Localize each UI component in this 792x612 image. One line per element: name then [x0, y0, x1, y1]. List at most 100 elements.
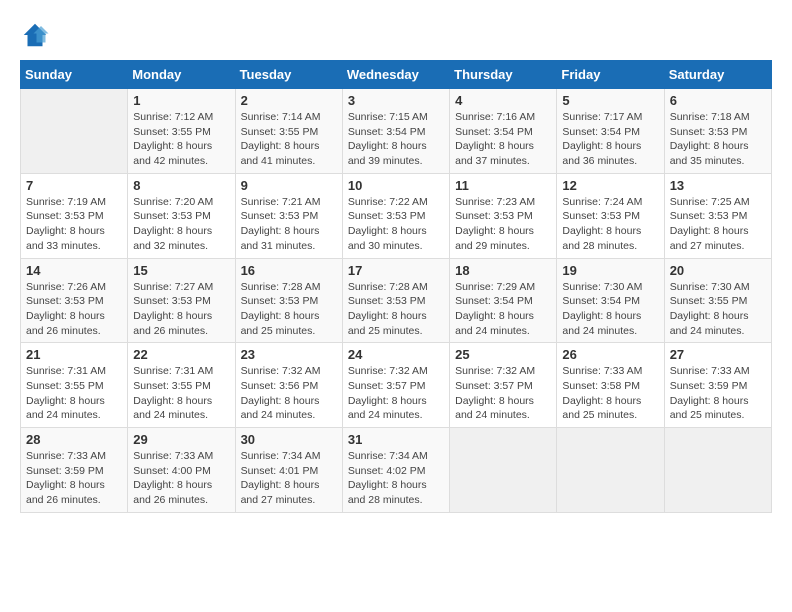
day-number: 2	[241, 93, 337, 108]
weekday-header-wednesday: Wednesday	[342, 61, 449, 89]
calendar-cell: 26Sunrise: 7:33 AM Sunset: 3:58 PM Dayli…	[557, 343, 664, 428]
day-info: Sunrise: 7:18 AM Sunset: 3:53 PM Dayligh…	[670, 110, 766, 169]
calendar-cell: 13 Sunrise: 7:25 AM Sunset: 3:53 PM Dayli…	[664, 173, 771, 258]
day-number: 18	[455, 263, 551, 278]
day-number: 27	[670, 347, 766, 362]
calendar-cell	[21, 89, 128, 174]
calendar-cell: 1 Sunrise: 7:12 AM Sunset: 3:55 PM Daylig…	[128, 89, 235, 174]
calendar-cell: 19Sunrise: 7:30 AM Sunset: 3:54 PM Dayli…	[557, 258, 664, 343]
day-info: Sunrise: 7:29 AM Sunset: 3:54 PM Dayligh…	[455, 280, 551, 339]
calendar-week-2: 7Sunrise: 7:19 AM Sunset: 3:53 PM Daylig…	[21, 173, 772, 258]
calendar-cell: 18 Sunrise: 7:29 AM Sunset: 3:54 PM Dayli…	[450, 258, 557, 343]
weekday-header-tuesday: Tuesday	[235, 61, 342, 89]
calendar-cell: 14 Sunrise: 7:26 AM Sunset: 3:53 PM Dayli…	[21, 258, 128, 343]
day-info: Sunrise: 7:21 AM Sunset: 3:53 PM Dayligh…	[241, 195, 337, 254]
logo-icon	[20, 20, 50, 50]
calendar-cell: 17 Sunrise: 7:28 AM Sunset: 3:53 PM Dayli…	[342, 258, 449, 343]
calendar-cell: 20Sunrise: 7:30 AM Sunset: 3:55 PM Dayli…	[664, 258, 771, 343]
weekday-header-row: SundayMondayTuesdayWednesdayThursdayFrid…	[21, 61, 772, 89]
day-number: 11	[455, 178, 551, 193]
day-info: Sunrise: 7:20 AM Sunset: 3:53 PM Dayligh…	[133, 195, 229, 254]
day-number: 26	[562, 347, 658, 362]
calendar-cell	[450, 428, 557, 513]
day-info: Sunrise: 7:22 AM Sunset: 3:53 PM Dayligh…	[348, 195, 444, 254]
day-number: 1	[133, 93, 229, 108]
day-number: 25	[455, 347, 551, 362]
calendar-cell: 21 Sunrise: 7:31 AM Sunset: 3:55 PM Dayli…	[21, 343, 128, 428]
calendar-cell: 22 Sunrise: 7:31 AM Sunset: 3:55 PM Dayli…	[128, 343, 235, 428]
day-number: 13	[670, 178, 766, 193]
day-number: 15	[133, 263, 229, 278]
calendar-cell: 2 Sunrise: 7:14 AM Sunset: 3:55 PM Daylig…	[235, 89, 342, 174]
calendar-cell: 5 Sunrise: 7:17 AM Sunset: 3:54 PM Daylig…	[557, 89, 664, 174]
calendar-week-3: 14 Sunrise: 7:26 AM Sunset: 3:53 PM Dayli…	[21, 258, 772, 343]
day-info: Sunrise: 7:28 AM Sunset: 3:53 PM Dayligh…	[348, 280, 444, 339]
day-number: 10	[348, 178, 444, 193]
day-number: 8	[133, 178, 229, 193]
calendar-cell: 11 Sunrise: 7:23 AM Sunset: 3:53 PM Dayli…	[450, 173, 557, 258]
weekday-header-sunday: Sunday	[21, 61, 128, 89]
calendar-table: SundayMondayTuesdayWednesdayThursdayFrid…	[20, 60, 772, 513]
day-info: Sunrise: 7:19 AM Sunset: 3:53 PM Dayligh…	[26, 195, 122, 254]
calendar-cell: 6 Sunrise: 7:18 AM Sunset: 3:53 PM Daylig…	[664, 89, 771, 174]
calendar-cell	[664, 428, 771, 513]
calendar-cell: 15 Sunrise: 7:27 AM Sunset: 3:53 PM Dayli…	[128, 258, 235, 343]
calendar-body: 1 Sunrise: 7:12 AM Sunset: 3:55 PM Daylig…	[21, 89, 772, 513]
calendar-cell: 25 Sunrise: 7:32 AM Sunset: 3:57 PM Dayli…	[450, 343, 557, 428]
calendar-cell: 16 Sunrise: 7:28 AM Sunset: 3:53 PM Dayli…	[235, 258, 342, 343]
day-info: Sunrise: 7:27 AM Sunset: 3:53 PM Dayligh…	[133, 280, 229, 339]
day-number: 21	[26, 347, 122, 362]
day-number: 22	[133, 347, 229, 362]
calendar-cell: 4Sunrise: 7:16 AM Sunset: 3:54 PM Daylig…	[450, 89, 557, 174]
day-number: 14	[26, 263, 122, 278]
calendar-week-4: 21 Sunrise: 7:31 AM Sunset: 3:55 PM Dayli…	[21, 343, 772, 428]
day-info: Sunrise: 7:32 AM Sunset: 3:57 PM Dayligh…	[348, 364, 444, 423]
day-info: Sunrise: 7:25 AM Sunset: 3:53 PM Dayligh…	[670, 195, 766, 254]
calendar-header: SundayMondayTuesdayWednesdayThursdayFrid…	[21, 61, 772, 89]
day-number: 16	[241, 263, 337, 278]
day-number: 6	[670, 93, 766, 108]
weekday-header-monday: Monday	[128, 61, 235, 89]
calendar-cell: 23Sunrise: 7:32 AM Sunset: 3:56 PM Dayli…	[235, 343, 342, 428]
day-info: Sunrise: 7:33 AM Sunset: 4:00 PM Dayligh…	[133, 449, 229, 508]
day-info: Sunrise: 7:12 AM Sunset: 3:55 PM Dayligh…	[133, 110, 229, 169]
calendar-week-5: 28Sunrise: 7:33 AM Sunset: 3:59 PM Dayli…	[21, 428, 772, 513]
day-info: Sunrise: 7:16 AM Sunset: 3:54 PM Dayligh…	[455, 110, 551, 169]
day-info: Sunrise: 7:28 AM Sunset: 3:53 PM Dayligh…	[241, 280, 337, 339]
day-info: Sunrise: 7:23 AM Sunset: 3:53 PM Dayligh…	[455, 195, 551, 254]
day-info: Sunrise: 7:31 AM Sunset: 3:55 PM Dayligh…	[133, 364, 229, 423]
day-info: Sunrise: 7:33 AM Sunset: 3:59 PM Dayligh…	[670, 364, 766, 423]
day-info: Sunrise: 7:34 AM Sunset: 4:02 PM Dayligh…	[348, 449, 444, 508]
day-number: 20	[670, 263, 766, 278]
day-number: 19	[562, 263, 658, 278]
calendar-week-1: 1 Sunrise: 7:12 AM Sunset: 3:55 PM Daylig…	[21, 89, 772, 174]
calendar-cell: 27 Sunrise: 7:33 AM Sunset: 3:59 PM Dayli…	[664, 343, 771, 428]
day-number: 17	[348, 263, 444, 278]
day-number: 28	[26, 432, 122, 447]
day-number: 12	[562, 178, 658, 193]
weekday-header-saturday: Saturday	[664, 61, 771, 89]
calendar-cell: 3Sunrise: 7:15 AM Sunset: 3:54 PM Daylig…	[342, 89, 449, 174]
logo	[20, 20, 54, 50]
day-info: Sunrise: 7:24 AM Sunset: 3:53 PM Dayligh…	[562, 195, 658, 254]
page-header	[20, 20, 772, 50]
calendar-cell: 31Sunrise: 7:34 AM Sunset: 4:02 PM Dayli…	[342, 428, 449, 513]
day-number: 23	[241, 347, 337, 362]
day-number: 5	[562, 93, 658, 108]
calendar-cell: 7Sunrise: 7:19 AM Sunset: 3:53 PM Daylig…	[21, 173, 128, 258]
calendar-cell: 8 Sunrise: 7:20 AM Sunset: 3:53 PM Daylig…	[128, 173, 235, 258]
weekday-header-thursday: Thursday	[450, 61, 557, 89]
day-info: Sunrise: 7:17 AM Sunset: 3:54 PM Dayligh…	[562, 110, 658, 169]
calendar-cell: 12 Sunrise: 7:24 AM Sunset: 3:53 PM Dayli…	[557, 173, 664, 258]
day-number: 24	[348, 347, 444, 362]
calendar-cell: 29 Sunrise: 7:33 AM Sunset: 4:00 PM Dayli…	[128, 428, 235, 513]
calendar-cell	[557, 428, 664, 513]
day-info: Sunrise: 7:26 AM Sunset: 3:53 PM Dayligh…	[26, 280, 122, 339]
day-info: Sunrise: 7:32 AM Sunset: 3:57 PM Dayligh…	[455, 364, 551, 423]
day-number: 29	[133, 432, 229, 447]
day-info: Sunrise: 7:31 AM Sunset: 3:55 PM Dayligh…	[26, 364, 122, 423]
calendar-cell: 9Sunrise: 7:21 AM Sunset: 3:53 PM Daylig…	[235, 173, 342, 258]
day-info: Sunrise: 7:15 AM Sunset: 3:54 PM Dayligh…	[348, 110, 444, 169]
day-info: Sunrise: 7:14 AM Sunset: 3:55 PM Dayligh…	[241, 110, 337, 169]
day-number: 30	[241, 432, 337, 447]
